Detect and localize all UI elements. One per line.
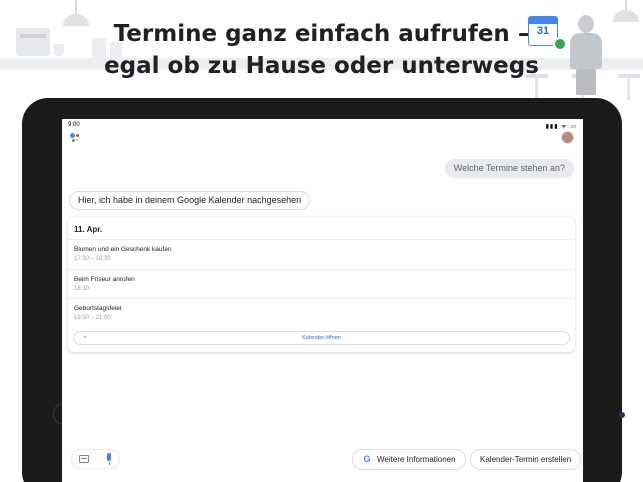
input-pill (71, 449, 120, 469)
headline-line-2: egal ob zu Hause oder unterwegs (104, 53, 539, 79)
camera-icon (619, 412, 625, 418)
calendar-day: 31 (536, 25, 550, 37)
card-date: 11. Apr. (74, 225, 103, 234)
status-bar: 9:00 ▮▮▮ ᯤ ▭ (62, 119, 583, 131)
badge-icon (553, 37, 567, 51)
event-row[interactable]: Geburtstagsfeier 19:30 – 21:00 (68, 298, 575, 328)
event-time: 18:30 (74, 286, 90, 292)
assistant-logo-icon (70, 133, 82, 143)
event-time: 17:30 – 18:30 (74, 256, 111, 262)
avatar[interactable] (561, 131, 574, 144)
keyboard-icon[interactable] (79, 455, 89, 463)
event-title: Geburtstagsfeier (74, 305, 123, 312)
event-row[interactable]: Beim Friseur anrufen 18:30 (68, 269, 575, 299)
google-g-icon: G (363, 454, 371, 464)
event-row[interactable]: Blumen und ein Geschenk kaufen 17:30 – 1… (68, 239, 575, 269)
event-title: Blumen und ein Geschenk kaufen (74, 246, 172, 253)
create-event-chip[interactable]: Kalender-Termin erstellen (470, 449, 582, 470)
lamp-cord (625, 0, 627, 10)
assistant-reply-bubble: Hier, ich habe in deinem Google Kalender… (69, 191, 311, 210)
status-icons: ▮▮▮ ᯤ ▭ (545, 124, 577, 130)
event-title: Beim Friseur anrufen (74, 276, 135, 283)
calendar-card: 11. Apr. Blumen und ein Geschenk kaufen … (68, 217, 575, 352)
open-calendar-button[interactable]: + Kalender öffnen (73, 331, 570, 345)
more-info-label: Weitere Informationen (377, 455, 456, 464)
status-time: 9:00 (68, 122, 80, 128)
microphone-icon[interactable] (104, 453, 114, 466)
create-event-label: Kalender-Termin erstellen (480, 455, 572, 464)
lamp-cord (75, 0, 77, 14)
assistant-screen: 9:00 ▮▮▮ ᯤ ▭ Welche Termine stehen an? H… (62, 119, 583, 482)
open-calendar-label: Kalender öffnen (302, 335, 341, 341)
more-info-chip[interactable]: G Weitere Informationen (352, 449, 466, 470)
user-query-bubble: Welche Termine stehen an? (444, 159, 574, 178)
event-time: 19:30 – 21:00 (74, 315, 111, 321)
